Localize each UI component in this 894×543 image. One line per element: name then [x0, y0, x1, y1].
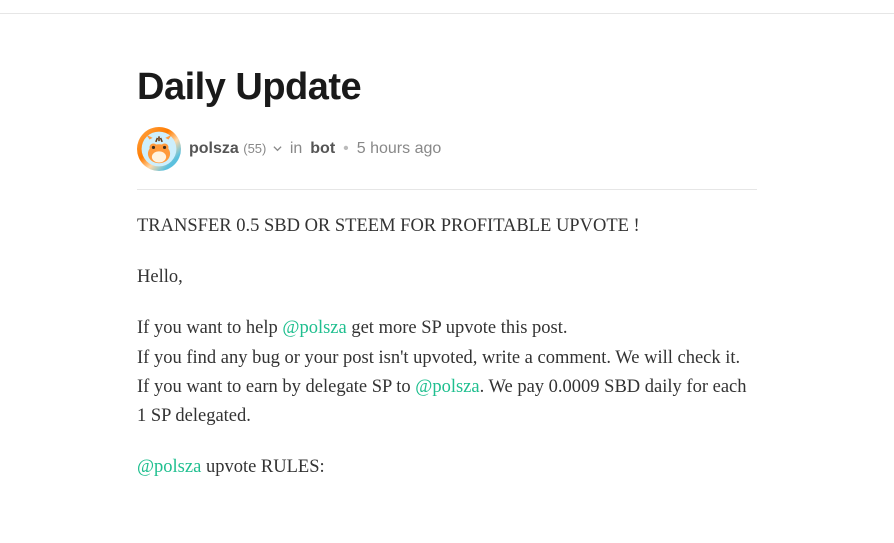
body-headline: TRANSFER 0.5 SBD OR STEEM FOR PROFITABLE… [137, 212, 757, 241]
author-name: polsza [189, 140, 239, 157]
text: If you want to earn by delegate SP to [137, 377, 415, 397]
post-timestamp: 5 hours ago [357, 140, 442, 158]
author-avatar[interactable] [137, 127, 181, 171]
author-reputation: (55) [243, 141, 266, 156]
post-container: Daily Update polsza (55) in b [127, 66, 767, 483]
body-line-rules: @polsza upvote RULES: [137, 453, 757, 482]
post-body: TRANSFER 0.5 SBD OR STEEM FOR PROFITABLE… [137, 212, 757, 483]
mention-link[interactable]: @polsza [415, 377, 479, 397]
post-title: Daily Update [137, 66, 757, 109]
top-divider [0, 0, 894, 14]
body-line-delegate: If you want to earn by delegate SP to @p… [137, 373, 757, 431]
meta-separator: • [343, 140, 349, 158]
text: get more SP upvote this post. [347, 318, 568, 338]
text: If you want to help [137, 318, 282, 338]
body-greeting: Hello, [137, 263, 757, 292]
mention-link[interactable]: @polsza [137, 457, 201, 477]
post-category[interactable]: bot [310, 140, 335, 158]
body-line-bug: If you find any bug or your post isn't u… [137, 344, 757, 373]
mention-link[interactable]: @polsza [282, 318, 346, 338]
text: upvote RULES: [201, 457, 324, 477]
chevron-down-icon[interactable] [273, 140, 282, 158]
author-block[interactable]: polsza (55) [189, 140, 282, 158]
body-line-help: If you want to help @polsza get more SP … [137, 314, 757, 343]
category-prefix: in [290, 140, 302, 158]
post-meta: polsza (55) in bot • 5 hours ago [137, 127, 757, 190]
